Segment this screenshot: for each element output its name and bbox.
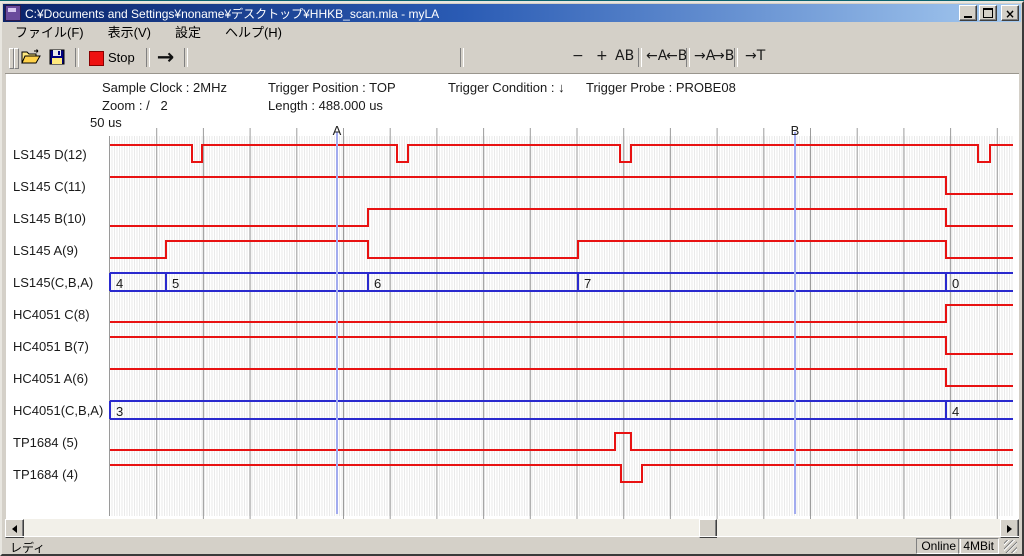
- signal-label: HC4051(C,B,A): [13, 403, 103, 419]
- app-icon: [5, 5, 21, 21]
- zoom-out-button[interactable]: −: [572, 48, 584, 64]
- signal-label: LS145 C(11): [13, 179, 86, 195]
- zoom-readout: Zoom : / 2: [102, 98, 168, 113]
- waveform-plot[interactable]: 4567034 AB: [109, 136, 1013, 516]
- close-icon: ×: [1005, 8, 1015, 20]
- trigger-condition-readout: Trigger Condition : ↓: [448, 80, 565, 95]
- signal-label: LS145 B(10): [13, 211, 86, 227]
- menu-settings[interactable]: 設定: [165, 21, 211, 42]
- toolbar-separator: [638, 48, 642, 67]
- signal-trace: [110, 465, 1013, 482]
- signal-trace: [110, 433, 1013, 450]
- menu-view[interactable]: 表示(V): [98, 21, 161, 42]
- open-file-button[interactable]: [19, 46, 42, 68]
- signal-trace: [110, 305, 1013, 322]
- toolbar-separator: [75, 48, 79, 67]
- bus-value: 3: [116, 404, 123, 419]
- status-bar: レディ Online 4MBit: [5, 536, 1019, 555]
- menu-help[interactable]: ヘルプ(H): [215, 21, 292, 42]
- trigger-position-readout: Trigger Position : TOP: [268, 80, 396, 95]
- status-online-badge: Online: [916, 538, 961, 554]
- resize-grip[interactable]: [1004, 540, 1017, 553]
- arrow-left-icon: [12, 525, 17, 533]
- signal-label: LS145 A(9): [13, 243, 78, 259]
- sample-clock-readout: Sample Clock : 2MHz: [102, 80, 227, 95]
- signal-trace: [110, 145, 1013, 162]
- run-button[interactable]: →: [154, 46, 177, 68]
- maximize-icon: [983, 8, 993, 18]
- signal-label: LS145(C,B,A): [13, 275, 93, 291]
- goto-cursor-a-button[interactable]: ←A: [646, 48, 667, 64]
- save-floppy-icon: [49, 49, 65, 65]
- signal-label: HC4051 B(7): [13, 339, 89, 355]
- close-button[interactable]: ×: [1001, 5, 1019, 21]
- arrow-right-icon: [1007, 525, 1012, 533]
- goto-trigger-button[interactable]: →T: [745, 48, 765, 64]
- minimize-button[interactable]: [959, 5, 977, 21]
- open-folder-icon: [21, 49, 41, 65]
- length-readout: Length : 488.000 us: [268, 98, 383, 113]
- signal-label: LS145 D(12): [13, 147, 87, 163]
- app-window: C:¥Documents and Settings¥noname¥デスクトップ¥…: [0, 1, 1024, 556]
- toolbar-separator: [184, 48, 188, 67]
- move-cursor-b-button[interactable]: →B: [713, 48, 734, 64]
- cursor-b-label[interactable]: B: [789, 123, 801, 138]
- stop-icon: [89, 51, 104, 66]
- window-title: C:¥Documents and Settings¥noname¥デスクトップ¥…: [25, 5, 439, 22]
- bus-value: 7: [584, 276, 591, 291]
- goto-cursor-b-button[interactable]: ←B: [666, 48, 687, 64]
- toolbar: Stop → 100MHz TOP ↑ PROBE00 − + AB: [5, 41, 1019, 74]
- toolbar-separator: [734, 48, 738, 67]
- zoom-in-button[interactable]: +: [596, 48, 608, 64]
- signal-trace: [110, 209, 1013, 226]
- signal-trace: [110, 241, 1013, 258]
- signal-label: TP1684 (4): [13, 467, 78, 483]
- menu-file[interactable]: ファイル(F): [5, 21, 94, 42]
- title-bar[interactable]: C:¥Documents and Settings¥noname¥デスクトップ¥…: [3, 4, 1021, 22]
- waveform-view: Sample Clock : 2MHz Trigger Position : T…: [6, 74, 1019, 519]
- signal-label: TP1684 (5): [13, 435, 78, 451]
- toolbar-separator: [686, 48, 690, 67]
- ab-button[interactable]: AB: [615, 48, 634, 64]
- bus-value: 4: [116, 276, 123, 291]
- maximize-button[interactable]: [979, 5, 997, 21]
- horizontal-scrollbar[interactable]: [5, 519, 1019, 536]
- signal-label: HC4051 A(6): [13, 371, 88, 387]
- minimize-icon: [964, 16, 972, 18]
- signal-trace: [110, 369, 1013, 386]
- signal-trace: [110, 337, 1013, 354]
- status-memory-badge: 4MBit: [958, 538, 999, 554]
- toolbar-separator: [146, 48, 150, 67]
- save-file-button[interactable]: [45, 46, 68, 68]
- signal-label: HC4051 C(8): [13, 307, 90, 323]
- menu-bar: ファイル(F) 表示(V) 設定 ヘルプ(H): [5, 23, 1019, 40]
- toolbar-separator: [460, 48, 464, 67]
- cursor-a-label[interactable]: A: [331, 123, 343, 138]
- bus-value: 4: [952, 404, 959, 419]
- bus-value: 0: [952, 276, 959, 291]
- run-arrow-icon: →: [157, 47, 175, 67]
- bus-value: 5: [172, 276, 179, 291]
- waveform-canvas: 4 5 6 7 0 3 4: [110, 128, 1013, 520]
- bus-value: 6: [374, 276, 381, 291]
- trigger-probe-readout: Trigger Probe : PROBE08: [586, 80, 736, 95]
- signal-trace: [110, 177, 1013, 194]
- status-message: レディ: [10, 539, 45, 556]
